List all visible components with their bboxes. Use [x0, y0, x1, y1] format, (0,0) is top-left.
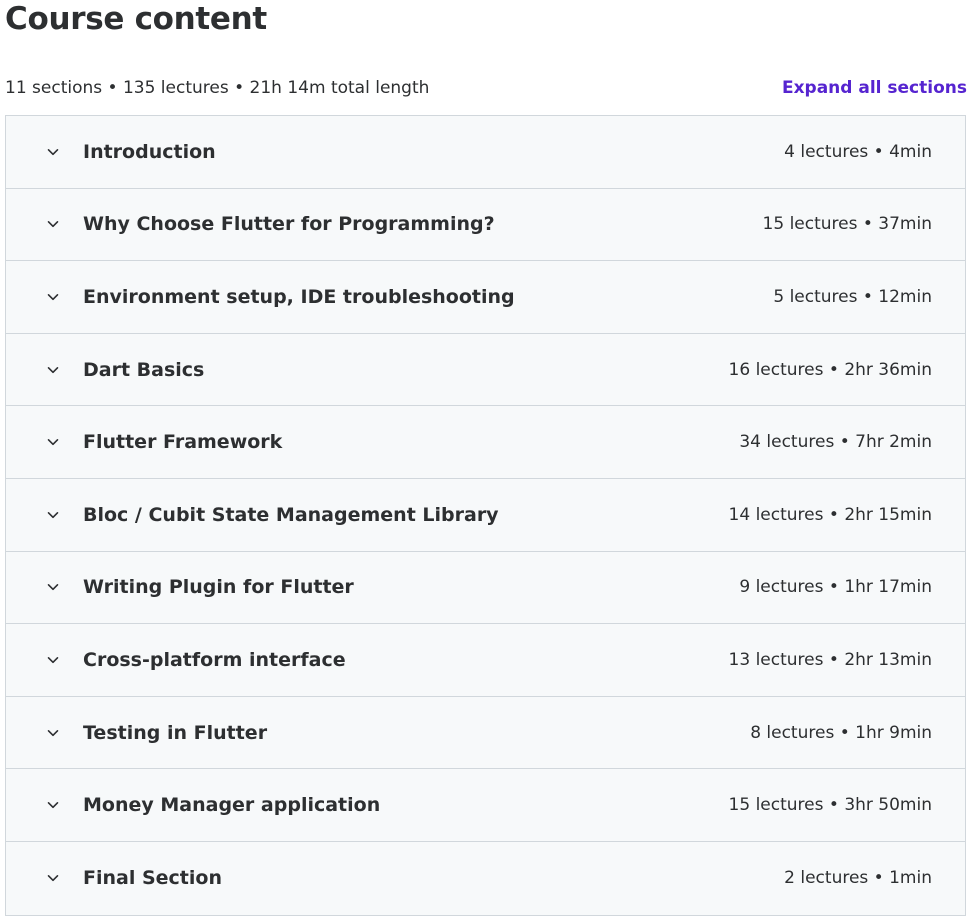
section-title: Writing Plugin for Flutter [83, 576, 354, 599]
section-meta: 14 lectures • 2hr 15min [728, 504, 932, 525]
section-meta: 13 lectures • 2hr 13min [728, 649, 932, 670]
section-title: Environment setup, IDE troubleshooting [83, 285, 515, 308]
chevron-down-icon [45, 870, 61, 886]
chevron-down-icon [45, 362, 61, 378]
chevron-down-icon [45, 216, 61, 232]
section-meta: 5 lectures • 12min [773, 286, 932, 307]
expand-all-sections-button[interactable]: Expand all sections [782, 78, 967, 98]
chevron-down-icon [45, 652, 61, 668]
section-meta: 9 lectures • 1hr 17min [739, 577, 932, 598]
section-row-why-choose-flutter[interactable]: Why Choose Flutter for Programming? 15 l… [6, 188, 965, 262]
chevron-down-icon [45, 579, 61, 595]
section-title: Dart Basics [83, 358, 205, 381]
section-row-flutter-framework[interactable]: Flutter Framework 34 lectures • 7hr 2min [6, 406, 965, 479]
chevron-down-icon [45, 507, 61, 523]
section-title: Bloc / Cubit State Management Library [83, 503, 499, 526]
course-summary-bar: 11 sections • 135 lectures • 21h 14m tot… [5, 75, 967, 101]
section-title: Flutter Framework [83, 431, 283, 454]
section-row-dart-basics[interactable]: Dart Basics 16 lectures • 2hr 36min [6, 333, 965, 407]
section-row-writing-plugin[interactable]: Writing Plugin for Flutter 9 lectures • … [6, 551, 965, 625]
section-meta: 2 lectures • 1min [784, 868, 932, 889]
chevron-down-icon [45, 725, 61, 741]
section-row-bloc-cubit[interactable]: Bloc / Cubit State Management Library 14… [6, 478, 965, 552]
section-meta: 34 lectures • 7hr 2min [739, 432, 932, 453]
section-row-testing[interactable]: Testing in Flutter 8 lectures • 1hr 9min [6, 696, 965, 770]
section-meta: 4 lectures • 4min [784, 141, 932, 162]
section-title: Why Choose Flutter for Programming? [83, 213, 495, 236]
chevron-down-icon [45, 434, 61, 450]
section-title: Introduction [83, 140, 216, 163]
section-row-introduction[interactable]: Introduction 4 lectures • 4min [6, 116, 965, 189]
section-row-cross-platform[interactable]: Cross-platform interface 13 lectures • 2… [6, 624, 965, 697]
course-summary: 11 sections • 135 lectures • 21h 14m tot… [5, 78, 430, 98]
section-row-final-section[interactable]: Final Section 2 lectures • 1min [6, 841, 965, 915]
section-meta: 15 lectures • 37min [762, 214, 932, 235]
section-meta: 8 lectures • 1hr 9min [750, 722, 932, 743]
section-list: Introduction 4 lectures • 4min Why Choos… [5, 115, 966, 916]
chevron-down-icon [45, 289, 61, 305]
section-title: Final Section [83, 867, 222, 890]
section-title: Cross-platform interface [83, 648, 346, 671]
page-title: Course content [5, 1, 267, 37]
section-meta: 15 lectures • 3hr 50min [728, 795, 932, 816]
section-meta: 16 lectures • 2hr 36min [728, 359, 932, 380]
section-row-money-manager[interactable]: Money Manager application 15 lectures • … [6, 769, 965, 842]
chevron-down-icon [45, 144, 61, 160]
section-title: Testing in Flutter [83, 721, 268, 744]
section-title: Money Manager application [83, 794, 381, 817]
section-row-environment-setup[interactable]: Environment setup, IDE troubleshooting 5… [6, 261, 965, 334]
chevron-down-icon [45, 797, 61, 813]
